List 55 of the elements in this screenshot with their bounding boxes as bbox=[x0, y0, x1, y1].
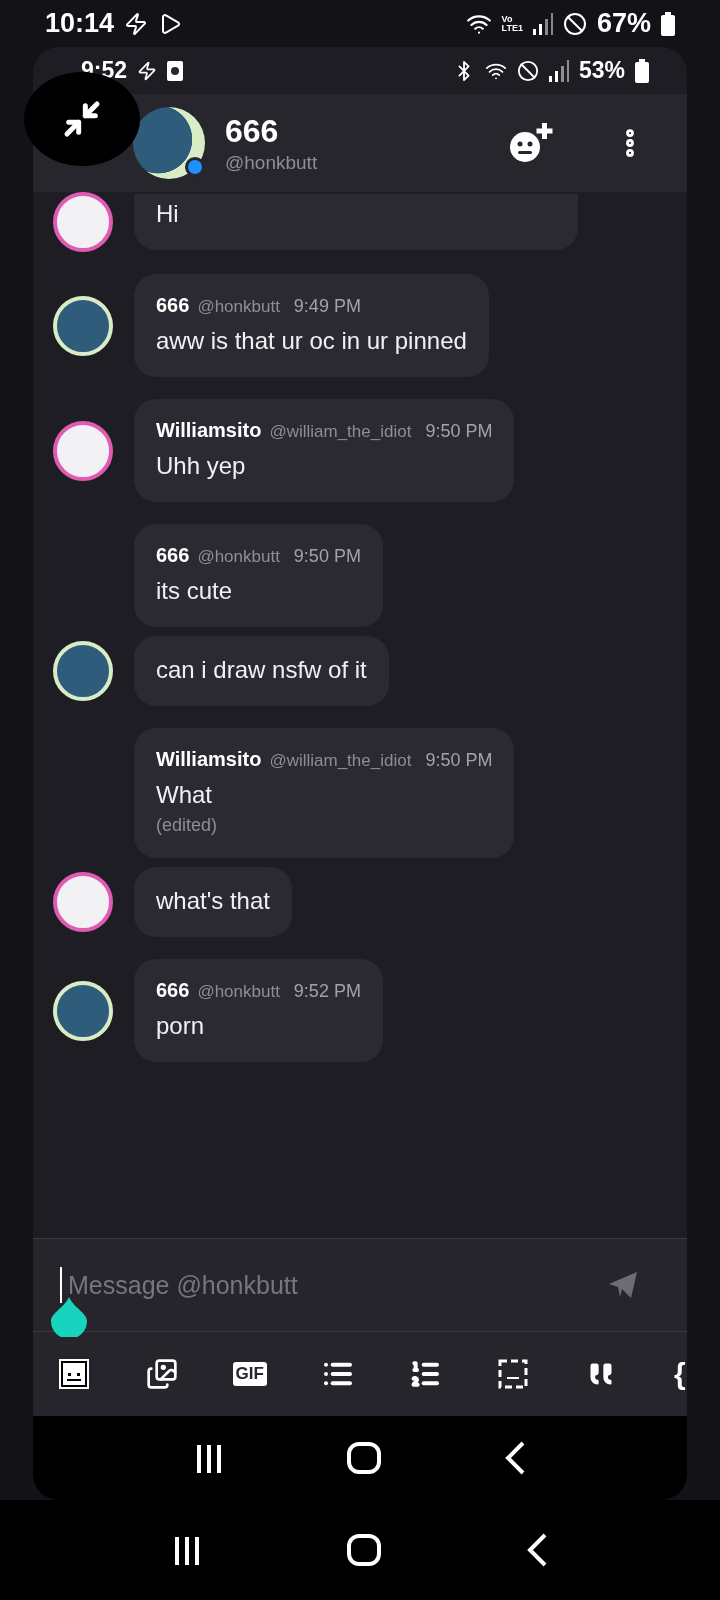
home-button[interactable] bbox=[347, 1442, 381, 1474]
contact-handle: @honkbutt bbox=[225, 151, 319, 174]
message-time: 9:49 PM bbox=[293, 296, 361, 317]
spoiler-button[interactable] bbox=[497, 1359, 530, 1389]
author-name: Williamsito bbox=[156, 419, 262, 442]
author-handle: @william_the_idiot bbox=[269, 422, 412, 442]
message-time: 9:50 PM bbox=[293, 546, 361, 567]
author-handle: @honkbutt bbox=[197, 982, 280, 1002]
sticker-button[interactable] bbox=[58, 1359, 90, 1389]
message-text: porn bbox=[156, 1012, 206, 1040]
battery-icon bbox=[661, 11, 675, 36]
minimize-icon bbox=[62, 99, 102, 139]
cursor-handle-icon[interactable] bbox=[51, 1297, 87, 1337]
author-handle: @william_the_idiot bbox=[269, 751, 412, 771]
signal-icon bbox=[548, 59, 569, 82]
home-button[interactable] bbox=[347, 1534, 381, 1566]
message-text: what's that bbox=[156, 887, 270, 915]
lightning-icon bbox=[124, 11, 149, 36]
battery-percent: 53% bbox=[578, 57, 625, 84]
send-icon[interactable] bbox=[609, 1272, 637, 1298]
lightning-icon bbox=[137, 60, 158, 81]
author-name: Williamsito bbox=[156, 748, 262, 771]
battery-icon bbox=[635, 58, 649, 83]
edited-label: (edited) bbox=[156, 815, 219, 836]
numbered-list-button[interactable] bbox=[409, 1358, 442, 1390]
signal-icon bbox=[532, 12, 553, 35]
message-time: 9:50 PM bbox=[425, 750, 493, 771]
clock: 10:14 bbox=[45, 8, 115, 39]
contact-name: 666 bbox=[225, 112, 280, 150]
message-text: can i draw nsfw of it bbox=[156, 656, 367, 684]
message-time: 9:52 PM bbox=[293, 981, 361, 1002]
message-text: Uhh yep bbox=[156, 452, 247, 480]
add-reaction-icon[interactable] bbox=[507, 123, 553, 163]
message-text: its cute bbox=[156, 577, 234, 605]
author-handle: @honkbutt bbox=[197, 547, 280, 567]
do-not-disturb-icon bbox=[516, 59, 539, 82]
do-not-disturb-icon bbox=[562, 11, 587, 36]
author-name: 666 bbox=[156, 979, 190, 1002]
author-handle: @honkbutt bbox=[197, 297, 280, 317]
avatar[interactable] bbox=[53, 192, 113, 252]
clock-icon bbox=[167, 60, 184, 81]
code-button[interactable]: { bbox=[672, 1357, 687, 1391]
author-name: 666 bbox=[156, 544, 190, 567]
message-time: 9:50 PM bbox=[425, 421, 493, 442]
network-type: Vo LTE1 bbox=[501, 14, 523, 33]
message-text: What bbox=[156, 781, 213, 809]
message-text: Hi bbox=[156, 200, 180, 228]
image-button[interactable] bbox=[145, 1358, 178, 1390]
message-text: aww is that ur oc in ur pinned bbox=[156, 327, 467, 355]
back-button[interactable] bbox=[525, 1533, 548, 1567]
battery-percent: 67% bbox=[596, 8, 651, 39]
avatar[interactable] bbox=[53, 872, 113, 932]
back-button[interactable] bbox=[503, 1441, 526, 1475]
gif-button[interactable]: GIF bbox=[233, 1362, 266, 1386]
author-name: 666 bbox=[156, 294, 190, 317]
